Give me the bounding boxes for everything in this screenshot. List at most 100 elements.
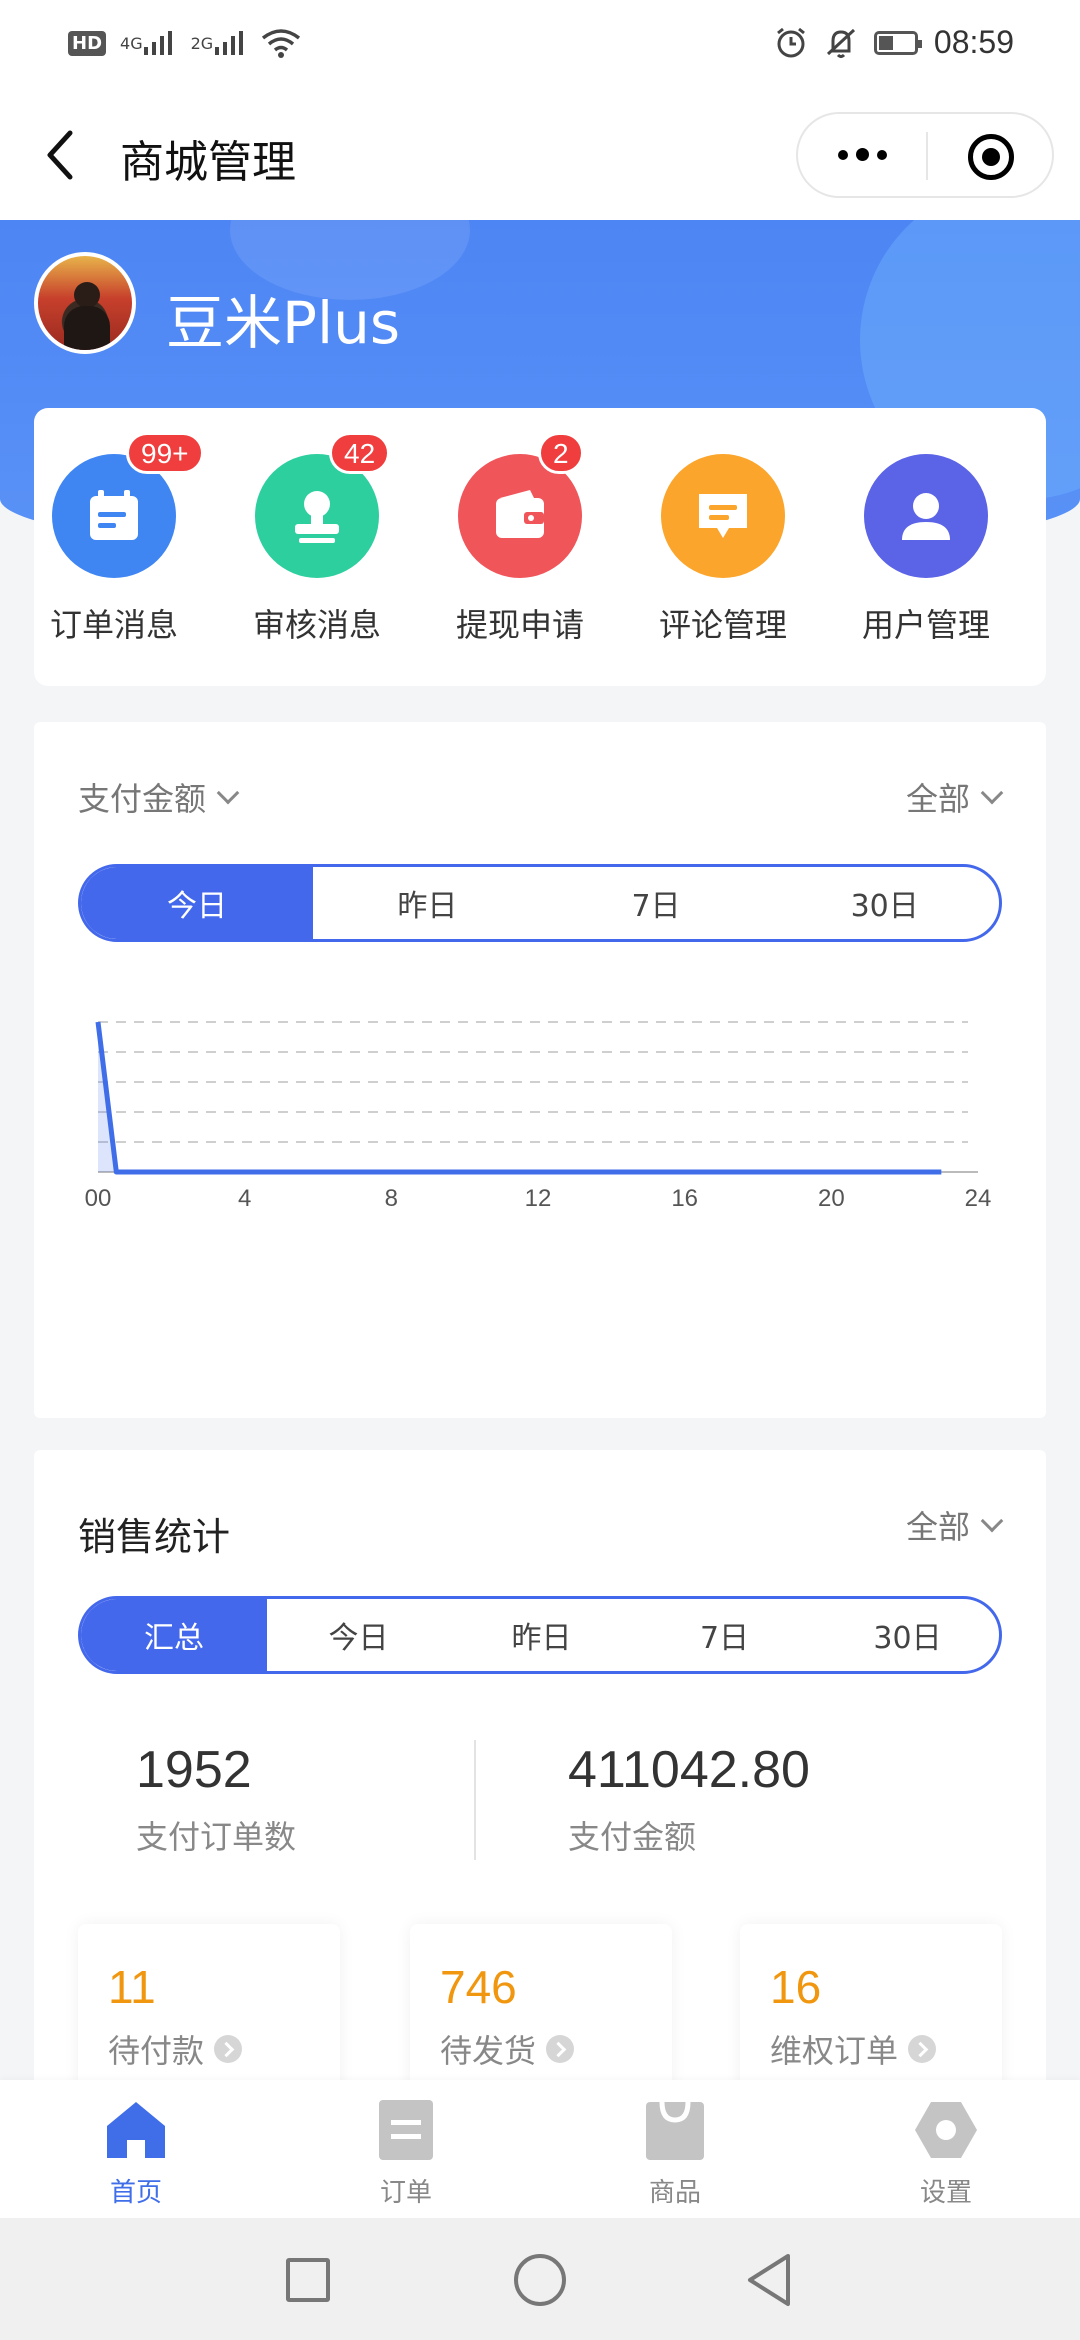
tab-today[interactable]: 今日 xyxy=(267,1599,450,1671)
user-icon xyxy=(864,454,988,578)
metric-dropdown[interactable]: 支付金额 xyxy=(78,774,240,820)
comment-icon xyxy=(661,454,785,578)
tab-label: 商品 xyxy=(648,2178,701,2208)
shop-avatar[interactable] xyxy=(34,252,136,354)
hd-badge: HD xyxy=(68,30,107,56)
back-arrow-icon[interactable] xyxy=(40,125,90,185)
settings-hexagon-icon xyxy=(915,2102,977,2158)
x-tick-label: 16 xyxy=(671,1185,698,1212)
tab-home[interactable]: 首页 xyxy=(66,2098,206,2209)
payment-area-chart: 00 4 8 12 16 20 24 xyxy=(85,1021,992,1212)
tab-products[interactable]: 商品 xyxy=(605,2098,745,2209)
chevron-down-icon xyxy=(980,1509,1004,1533)
menu-user-management[interactable]: 用户管理 xyxy=(846,454,1006,646)
tab-settings[interactable]: 设置 xyxy=(876,2098,1016,2209)
chart-filter-dropdown[interactable]: 全部 xyxy=(905,774,1004,820)
withdraw-requests-badge: 2 xyxy=(538,432,584,474)
x-tick-label: 4 xyxy=(238,1185,251,1212)
tab-yesterday[interactable]: 昨日 xyxy=(450,1599,633,1671)
recent-apps-icon[interactable] xyxy=(286,2258,330,2302)
x-tick-label: 24 xyxy=(965,1185,992,1212)
tab-30days[interactable]: 30日 xyxy=(770,867,999,939)
back-triangle-icon[interactable] xyxy=(744,2252,794,2308)
sim2-network-label: 2G xyxy=(190,33,214,53)
shopping-bag-icon xyxy=(646,2101,704,2160)
arrow-right-icon xyxy=(908,2035,937,2063)
pending-shipment-count: 746 xyxy=(440,1961,517,2013)
tab-orders[interactable]: 订单 xyxy=(336,2098,476,2209)
menu-label: 审核消息 xyxy=(252,606,381,644)
x-tick-label: 00 xyxy=(85,1185,112,1212)
wifi-icon xyxy=(262,29,301,58)
sim1-network-label: 4G xyxy=(120,33,143,53)
chart-period-tabs: 今日 昨日 7日 30日 xyxy=(78,864,1002,942)
menu-label: 提现申请 xyxy=(455,606,584,644)
chevron-down-icon xyxy=(980,781,1004,805)
tab-7days[interactable]: 7日 xyxy=(542,867,771,939)
bottom-tab-bar: 首页 订单 商品 设置 xyxy=(0,2080,1080,2218)
status-right: 08:59 xyxy=(774,24,1014,61)
order-messages-badge: 99+ xyxy=(126,432,204,474)
signal-sim2-icon: 2G xyxy=(190,30,248,55)
wallet-icon: 2 xyxy=(458,432,584,578)
home-circle-icon[interactable] xyxy=(514,2254,566,2306)
alarm-icon xyxy=(776,27,805,57)
kpi-divider xyxy=(474,1740,476,1860)
review-messages-badge: 42 xyxy=(329,432,391,474)
paid-amount-label: 支付金额 xyxy=(568,1818,697,1856)
page-title: 商城管理 xyxy=(120,137,296,188)
chevron-down-icon xyxy=(216,781,240,805)
tab-yesterday[interactable]: 昨日 xyxy=(313,867,542,939)
arrow-right-icon xyxy=(546,2035,575,2063)
miniprogram-capsule xyxy=(796,112,1054,198)
sales-title: 销售统计 xyxy=(78,1515,231,1559)
payment-chart-card: 支付金额 全部 今日 昨日 7日 30日 00 4 8 12 16 20 24 xyxy=(34,722,1046,1418)
paid-amount-value: 411042.80 xyxy=(568,1741,810,1799)
tab-today[interactable]: 今日 xyxy=(81,867,313,939)
menu-order-messages[interactable]: 99+ 订单消息 xyxy=(34,432,204,646)
menu-label: 评论管理 xyxy=(658,606,787,644)
home-icon xyxy=(107,2102,165,2158)
menu-withdraw-requests[interactable]: 2 提现申请 xyxy=(440,432,600,646)
status-left: HD 4G 2G xyxy=(68,28,301,58)
signal-sim1-icon: 4G xyxy=(120,30,177,55)
sales-period-tabs: 汇总 今日 昨日 7日 30日 xyxy=(78,1596,1002,1674)
menu-comment-management[interactable]: 评论管理 xyxy=(643,454,803,646)
chart-filter-label: 全部 xyxy=(905,780,970,818)
tab-label: 设置 xyxy=(919,2178,972,2208)
series-area xyxy=(98,1022,942,1172)
menu-label: 订单消息 xyxy=(49,606,178,644)
pending-shipment-label: 待发货 xyxy=(440,2032,537,2070)
menu-review-messages[interactable]: 42 审核消息 xyxy=(237,432,397,646)
dispute-orders-label: 维权订单 xyxy=(770,2032,899,2070)
pending-payment-count: 11 xyxy=(108,1961,156,2013)
system-nav-bar xyxy=(0,2218,1080,2340)
tab-30days[interactable]: 30日 xyxy=(816,1599,999,1671)
mute-bell-icon xyxy=(826,28,855,58)
stamp-icon: 42 xyxy=(255,432,391,578)
status-bar: HD 4G 2G 08:59 xyxy=(0,0,1080,90)
sales-filter-dropdown[interactable]: 全部 xyxy=(905,1502,1004,1548)
metric-label: 支付金额 xyxy=(78,780,207,818)
paid-orders-label: 支付订单数 xyxy=(136,1818,297,1856)
tab-label: 首页 xyxy=(109,2178,162,2208)
more-menu-icon[interactable] xyxy=(838,148,887,161)
tab-summary[interactable]: 汇总 xyxy=(81,1599,267,1671)
close-miniprogram-icon[interactable] xyxy=(968,134,1014,180)
tab-7days[interactable]: 7日 xyxy=(633,1599,816,1671)
pending-payment-label: 待付款 xyxy=(108,2032,205,2070)
paid-orders-value: 1952 xyxy=(136,1741,252,1799)
sales-filter-label: 全部 xyxy=(905,1508,970,1546)
x-tick-label: 8 xyxy=(385,1185,398,1212)
status-time: 08:59 xyxy=(933,24,1014,60)
nav-bar: 商城管理 xyxy=(0,90,1080,220)
series-line xyxy=(95,1021,942,1175)
x-tick-label: 20 xyxy=(818,1185,845,1212)
tab-label: 订单 xyxy=(379,2178,432,2208)
menu-label: 用户管理 xyxy=(861,606,990,644)
dispute-orders-count: 16 xyxy=(770,1961,822,2013)
quick-menu-card: 99+ 订单消息 42 审核消息 2 提现申请 评论管理 用户管理 xyxy=(34,408,1046,686)
calendar-icon: 99+ xyxy=(52,432,204,578)
x-tick-label: 12 xyxy=(525,1185,552,1212)
shop-name: 豆米Plus xyxy=(166,289,401,357)
